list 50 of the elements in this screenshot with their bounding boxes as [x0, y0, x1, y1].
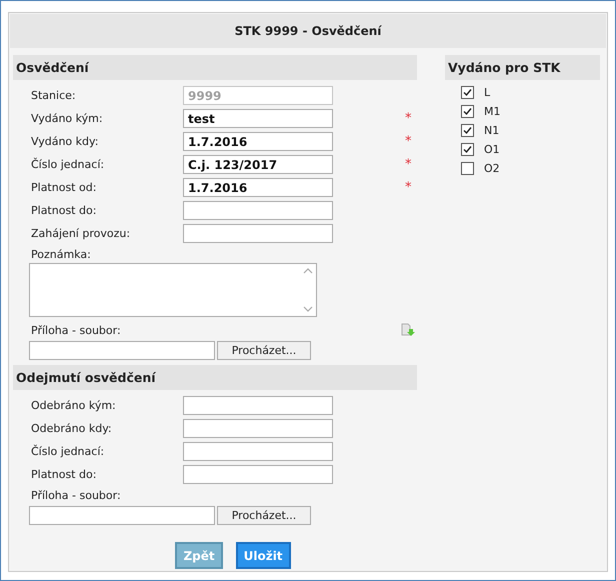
note-textarea[interactable] — [29, 263, 317, 317]
field-label: Příloha - soubor: — [30, 488, 122, 504]
scroll-down-icon[interactable] — [303, 306, 313, 312]
field-label: Číslo jednací: — [31, 445, 106, 458]
file-path-field[interactable] — [29, 506, 215, 524]
field-label: Stanice: — [31, 89, 77, 102]
field-label: Vydáno kým: — [31, 112, 104, 125]
checkbox-label: O2 — [484, 162, 500, 175]
field-label: Zahájení provozu: — [31, 227, 132, 240]
field-label: Vydáno kdy: — [31, 135, 100, 148]
required-marker: * — [405, 157, 412, 172]
text-field[interactable] — [183, 419, 333, 438]
checkbox-label: O1 — [484, 143, 500, 156]
text-field[interactable]: test — [183, 109, 333, 128]
field-label: Platnost od: — [31, 181, 98, 194]
field-label: Odebráno kým: — [31, 399, 117, 412]
scroll-up-icon[interactable] — [303, 268, 313, 274]
field-label: Platnost do: — [31, 204, 98, 217]
text-field[interactable] — [183, 442, 333, 461]
file-download-icon[interactable] — [401, 323, 415, 337]
file-path-field[interactable] — [29, 340, 215, 360]
field-label: Platnost do: — [31, 468, 98, 481]
checkbox[interactable] — [461, 143, 474, 156]
checkbox-label: M1 — [484, 105, 500, 118]
field-label: Odebráno kdy: — [31, 422, 113, 435]
checkbox[interactable] — [461, 124, 474, 137]
required-marker: * — [405, 180, 412, 195]
required-marker: * — [405, 111, 412, 126]
section-heading: Osvědčení — [13, 55, 417, 80]
checkbox[interactable] — [461, 105, 474, 118]
text-field[interactable]: 1.7.2016 — [183, 178, 333, 197]
text-field[interactable] — [183, 465, 333, 484]
checkbox[interactable] — [461, 86, 474, 99]
section-heading: Vydáno pro STK — [445, 55, 600, 80]
browse-button[interactable]: Procházet... — [217, 506, 311, 524]
field-label: Číslo jednací: — [31, 158, 106, 171]
field-label: Příloha - soubor: — [30, 322, 121, 338]
browse-button[interactable]: Procházet... — [217, 340, 311, 360]
checkbox[interactable] — [461, 162, 474, 175]
text-field[interactable]: 1.7.2016 — [183, 132, 333, 151]
field-label: Poznámka: — [30, 246, 92, 262]
dialog-title: STK 9999 - Osvědčení — [10, 14, 606, 48]
text-field[interactable]: C.j. 123/2017 — [183, 155, 333, 174]
text-field[interactable] — [183, 224, 333, 243]
section-heading: Odejmutí osvědčení — [13, 365, 417, 390]
required-marker: * — [405, 134, 412, 149]
text-field[interactable] — [183, 396, 333, 415]
checkbox-label: L — [484, 86, 490, 99]
text-field[interactable] — [183, 201, 333, 220]
checkbox-label: N1 — [484, 124, 500, 137]
